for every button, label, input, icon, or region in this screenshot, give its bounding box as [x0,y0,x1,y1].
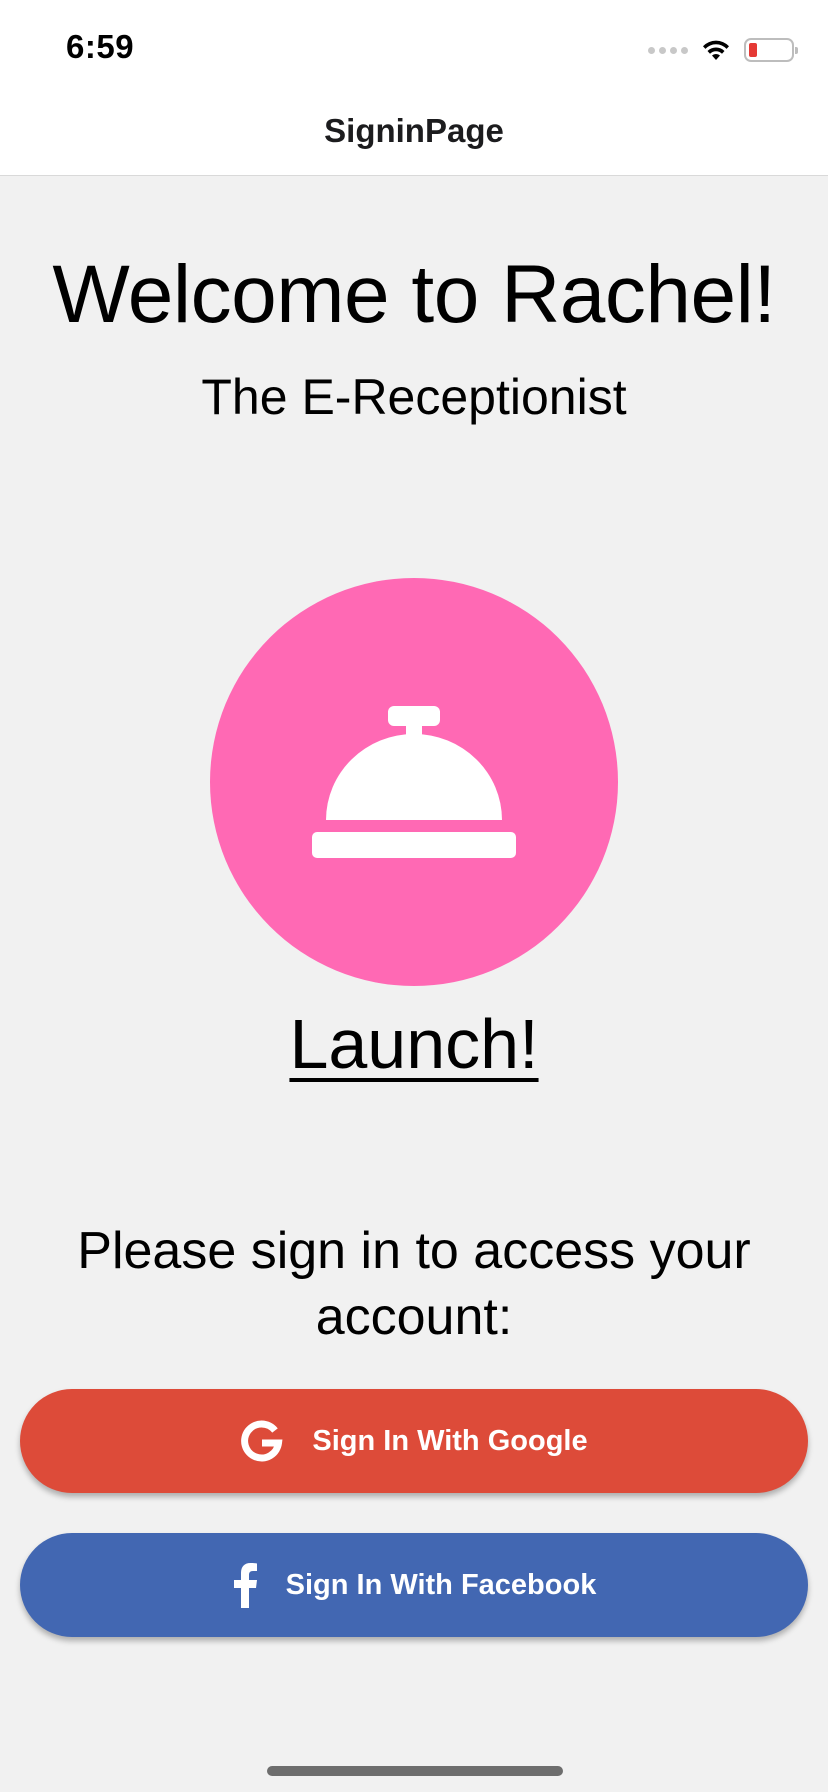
home-indicator[interactable] [267,1766,563,1776]
facebook-signin-button[interactable]: Sign In With Facebook [20,1533,808,1637]
welcome-heading: Welcome to Rachel! [52,249,776,340]
facebook-icon [232,1562,258,1608]
google-icon [240,1419,284,1463]
subtitle: The E-Receptionist [201,369,627,425]
launch-circle-button[interactable] [210,578,618,986]
status-icons [648,36,798,64]
google-signin-button[interactable]: Sign In With Google [20,1389,808,1493]
google-signin-label: Sign In With Google [312,1424,588,1457]
signin-screen: 6:59 SigninPage Welcome to Rachel! The E… [0,0,828,1792]
battery-icon [744,38,798,62]
signin-prompt: Please sign in to access your account: [77,1222,751,1346]
battery-level [749,43,757,57]
launch-link[interactable]: Launch! [289,1005,538,1083]
service-bell-icon [312,706,516,858]
wifi-icon [703,40,729,60]
facebook-signin-label: Sign In With Facebook [285,1568,597,1601]
status-time: 6:59 [66,28,135,65]
top-bar: 6:59 SigninPage [0,0,828,176]
page-title: SigninPage [324,112,504,149]
cellular-signal-icon [648,46,688,54]
launch-link-container: Launch! [0,1004,828,1084]
